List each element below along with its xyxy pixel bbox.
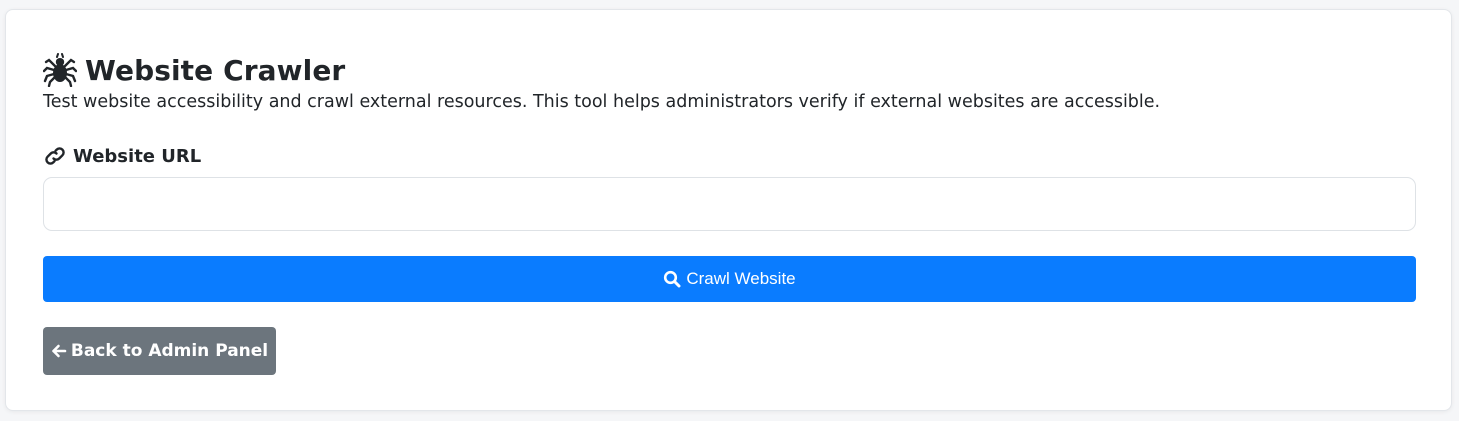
page-header: Website Crawler [42, 52, 346, 88]
crawler-card: Website Crawler Test website accessibili… [5, 9, 1452, 411]
url-input[interactable] [43, 177, 1416, 231]
url-label: Website URL [73, 145, 202, 167]
back-to-admin-panel-button[interactable]: Back to Admin Panel [43, 327, 276, 375]
page-title: Website Crawler [85, 53, 346, 87]
back-to-admin-panel-label: Back to Admin Panel [70, 341, 269, 361]
arrow-left-icon [51, 343, 67, 359]
crawl-website-label: Crawl Website [686, 269, 796, 288]
crawl-website-button[interactable]: Crawl Website [43, 256, 1416, 302]
url-label-row: Website URL [43, 144, 201, 168]
link-icon [43, 146, 67, 166]
page-description: Test website accessibility and crawl ext… [43, 92, 1161, 112]
spider-icon [42, 53, 78, 88]
search-icon [663, 270, 681, 288]
